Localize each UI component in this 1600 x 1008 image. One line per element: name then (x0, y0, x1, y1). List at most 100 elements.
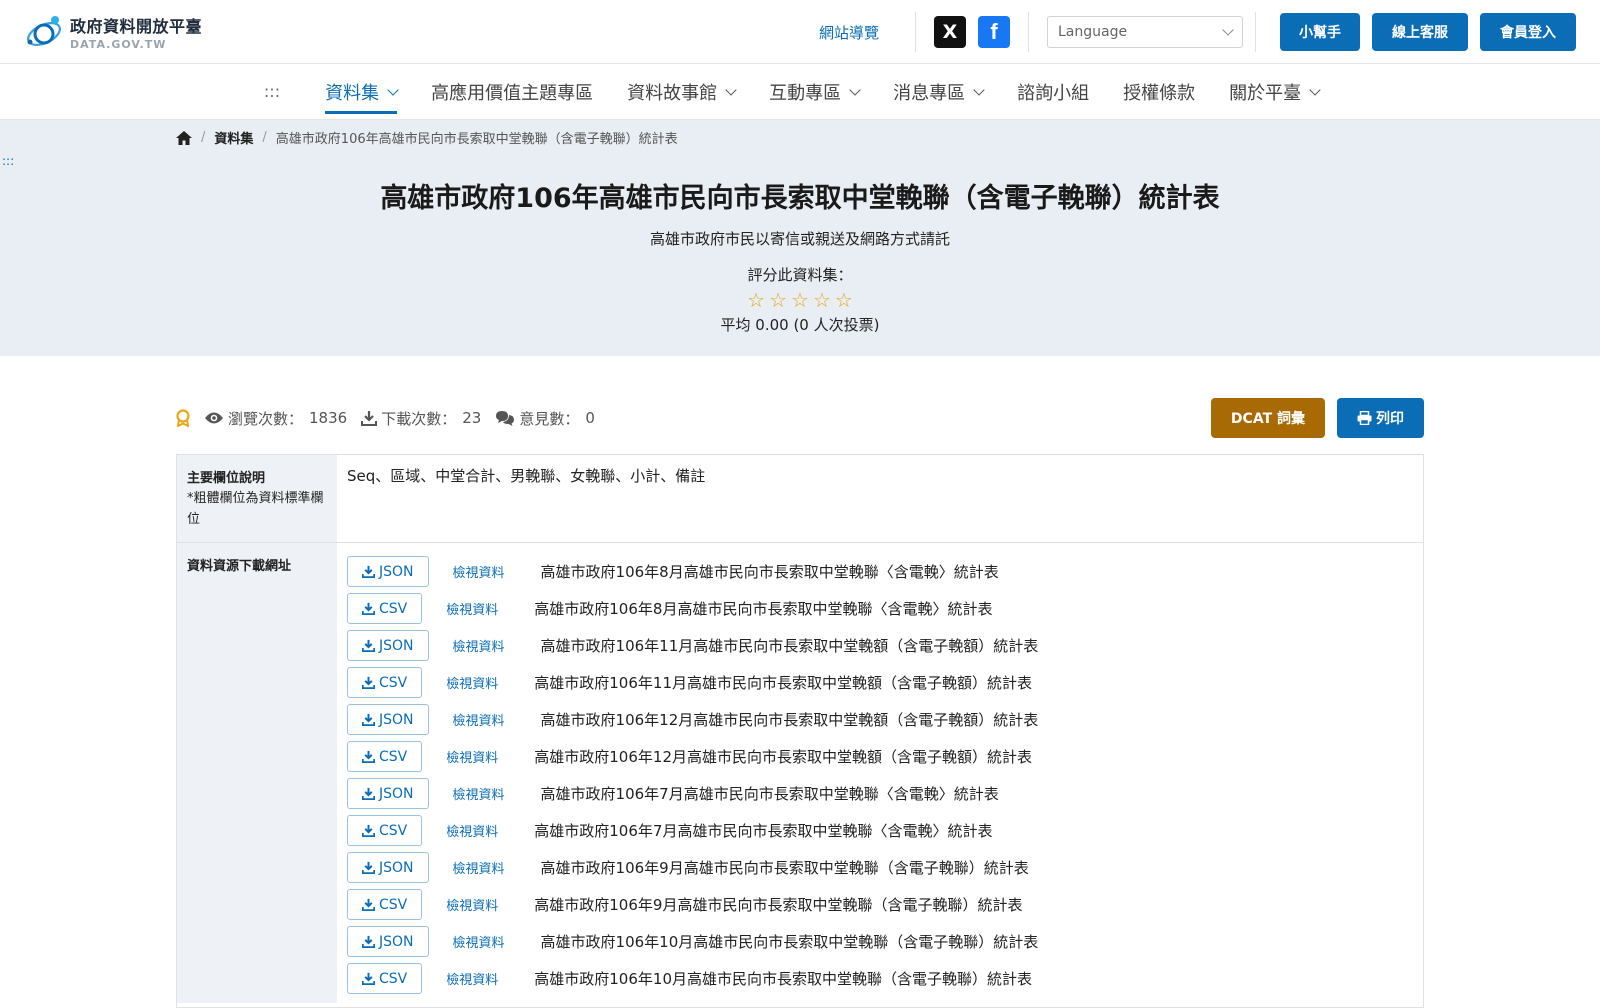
nav-item-advisory[interactable]: 諮詢小組 (1000, 64, 1106, 120)
nav-item-label: 諮詢小組 (1017, 82, 1090, 104)
download-csv-button[interactable]: CSV (347, 963, 423, 994)
view-data-link[interactable]: 檢視資料 (453, 932, 505, 951)
download-format-label: JSON (379, 563, 414, 580)
views-count: 1836 (309, 409, 348, 427)
view-data-link[interactable]: 檢視資料 (446, 747, 498, 766)
comments-count: 0 (585, 409, 595, 427)
print-button-label: 列印 (1376, 411, 1404, 427)
x-twitter-icon[interactable]: X (934, 16, 966, 48)
nav-item-license[interactable]: 授權條款 (1106, 64, 1212, 120)
sitemap-link[interactable]: 網站導覽 (819, 22, 879, 43)
download-json-button[interactable]: JSON (347, 556, 429, 587)
nav-item-label: 關於平臺 (1229, 82, 1302, 104)
language-select[interactable]: Language (1047, 16, 1243, 48)
download-json-button[interactable]: JSON (347, 630, 429, 661)
download-csv-button[interactable]: CSV (347, 667, 423, 698)
chevron-down-icon (387, 83, 399, 96)
download-icon (362, 602, 375, 615)
facebook-icon[interactable]: f (978, 16, 1010, 48)
site-logo[interactable]: 政府資料開放平臺 DATA.GOV.TW (24, 12, 202, 52)
resource-row: CSV 檢視資料 高雄市政府106年12月高雄市民向市長索取中堂輓額（含電子輓額）統… (347, 738, 1413, 775)
download-icon (362, 972, 375, 985)
accesskey-marker[interactable]: ::: (2, 154, 14, 168)
view-data-link[interactable]: 檢視資料 (446, 821, 498, 840)
nav-item-about[interactable]: 關於平臺 (1212, 64, 1336, 120)
chevron-down-icon (1222, 24, 1234, 36)
download-csv-button[interactable]: CSV (347, 815, 423, 846)
resource-name: 高雄市政府106年9月高雄市民向市長索取中堂輓聯（含電子輓聯）統計表 (540, 859, 1029, 877)
dcat-vocabulary-button[interactable]: DCAT 詞彙 (1210, 398, 1325, 438)
accesskey-marker[interactable]: ::: (264, 82, 280, 101)
view-data-link[interactable]: 檢視資料 (446, 673, 498, 692)
helper-button[interactable]: 小幫手 (1280, 13, 1360, 51)
resource-row: CSV 檢視資料 高雄市政府106年8月高雄市民向市長索取中堂輓聯〈含電輓〉統計表 (347, 590, 1413, 627)
divider (915, 12, 916, 52)
nav-item-label: 資料故事館 (627, 82, 718, 104)
resource-row: JSON 檢視資料 高雄市政府106年11月高雄市民向市長索取中堂輓額（含電子輓額）… (347, 627, 1413, 664)
view-data-link[interactable]: 檢視資料 (446, 895, 498, 914)
download-format-label: JSON (379, 785, 414, 802)
nav-item-high-value[interactable]: 高應用價值主題專區 (414, 64, 610, 120)
divider (1028, 12, 1029, 52)
divider (1255, 12, 1256, 52)
fields-header-note: *粗體欄位為資料標準欄位 (187, 491, 324, 527)
star-icon[interactable]: ☆ (835, 288, 853, 312)
download-csv-button[interactable]: CSV (347, 741, 423, 772)
resource-row: CSV 檢視資料 高雄市政府106年11月高雄市民向市長索取中堂輓額（含電子輓額）統… (347, 664, 1413, 701)
home-icon[interactable] (176, 130, 192, 145)
view-data-link[interactable]: 檢視資料 (446, 599, 498, 618)
download-format-label: JSON (379, 933, 414, 950)
download-format-label: JSON (379, 711, 414, 728)
download-format-label: CSV (379, 748, 408, 765)
nav-item-news[interactable]: 消息專區 (876, 64, 1000, 120)
star-icon[interactable]: ☆ (813, 288, 831, 312)
logo-subtitle: DATA.GOV.TW (70, 38, 167, 51)
download-format-label: CSV (379, 822, 408, 839)
resource-name: 高雄市政府106年11月高雄市民向市長索取中堂輓額（含電子輓額）統計表 (540, 637, 1039, 655)
chevron-down-icon (973, 83, 985, 96)
resource-name: 高雄市政府106年8月高雄市民向市長索取中堂輓聯〈含電輓〉統計表 (540, 563, 999, 581)
view-data-link[interactable]: 檢視資料 (453, 562, 505, 581)
view-data-link[interactable]: 檢視資料 (453, 784, 505, 803)
star-icon[interactable]: ☆ (769, 288, 787, 312)
nav-item-datasets[interactable]: 資料集 (308, 64, 414, 120)
print-button[interactable]: 列印 (1337, 398, 1424, 438)
page-title: 高雄市政府106年高雄市民向市長索取中堂輓聯（含電子輓聯）統計表 (380, 183, 1220, 214)
member-login-button[interactable]: 會員登入 (1480, 13, 1576, 51)
download-json-button[interactable]: JSON (347, 778, 429, 809)
breadcrumb-current: 高雄市政府106年高雄市民向市長索取中堂輓聯（含電子輓聯）統計表 (275, 132, 678, 147)
download-json-button[interactable]: JSON (347, 704, 429, 735)
downloads-stat: 下載次數： 23 (361, 408, 481, 429)
comments-stat: 意見數： 0 (495, 408, 595, 429)
resource-name: 高雄市政府106年12月高雄市民向市長索取中堂輓額（含電子輓額）統計表 (540, 711, 1039, 729)
online-service-button[interactable]: 線上客服 (1372, 13, 1468, 51)
nav-item-interactive[interactable]: 互動專區 (752, 64, 876, 120)
nav-item-label: 授權條款 (1123, 82, 1196, 104)
breadcrumb-datasets[interactable]: 資料集 (214, 128, 253, 147)
download-icon (362, 565, 375, 578)
download-json-button[interactable]: JSON (347, 926, 429, 957)
star-icon[interactable]: ☆ (791, 288, 809, 312)
breadcrumb: / 資料集 / 高雄市政府106年高雄市民向市長索取中堂輓聯（含電子輓聯）統計表 (176, 128, 678, 147)
view-data-link[interactable]: 檢視資料 (453, 858, 505, 877)
downloads-label: 下載次數： (381, 409, 457, 428)
resource-name: 高雄市政府106年7月高雄市民向市長索取中堂輓聯〈含電輓〉統計表 (534, 822, 993, 840)
nav-item-label: 高應用價值主題專區 (431, 82, 594, 104)
star-icon[interactable]: ☆ (747, 288, 765, 312)
view-data-link[interactable]: 檢視資料 (453, 710, 505, 729)
resource-row: JSON 檢視資料 高雄市政府106年9月高雄市民向市長索取中堂輓聯（含電子輓聯）統… (347, 849, 1413, 886)
nav-item-label: 資料集 (325, 82, 380, 104)
download-icon (362, 787, 375, 800)
download-format-label: JSON (379, 637, 414, 654)
resource-name: 高雄市政府106年10月高雄市民向市長索取中堂輓聯（含電子輓聯）統計表 (534, 970, 1032, 988)
download-csv-button[interactable]: CSV (347, 593, 423, 624)
view-data-link[interactable]: 檢視資料 (453, 636, 505, 655)
dataset-info-table: 主要欄位說明 *粗體欄位為資料標準欄位 Seq、區域、中堂合計、男輓聯、女輓聯、… (176, 454, 1424, 1008)
download-format-label: CSV (379, 970, 408, 987)
fields-header-cell: 主要欄位說明 *粗體欄位為資料標準欄位 (177, 455, 337, 542)
download-csv-button[interactable]: CSV (347, 889, 423, 920)
view-data-link[interactable]: 檢視資料 (446, 969, 498, 988)
resource-name: 高雄市政府106年10月高雄市民向市長索取中堂輓聯（含電子輓聯）統計表 (540, 933, 1039, 951)
nav-item-data-stories[interactable]: 資料故事館 (610, 64, 752, 120)
download-json-button[interactable]: JSON (347, 852, 429, 883)
